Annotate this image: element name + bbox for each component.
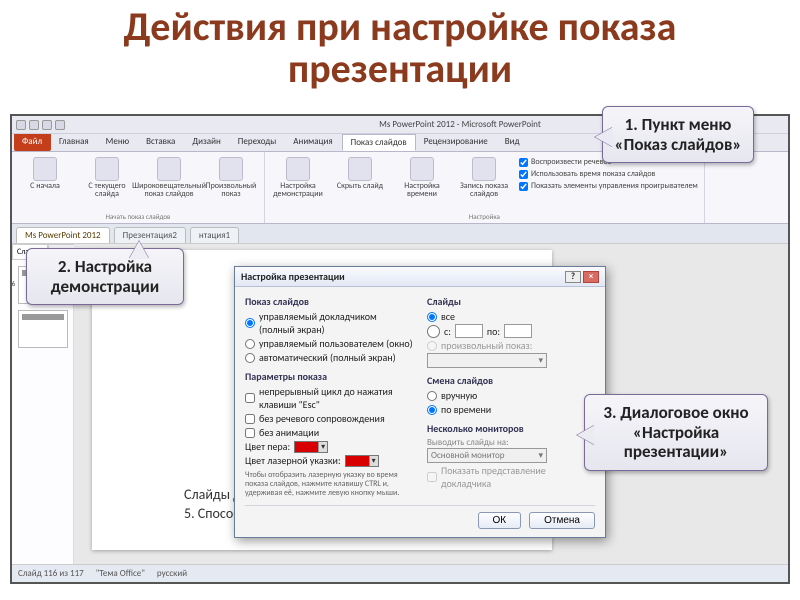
label: Скрыть слайд (337, 182, 383, 190)
btn-custom-show[interactable]: Произвольный показ (202, 155, 260, 201)
btn-setup-show[interactable]: Настройка демонстрации (269, 155, 327, 201)
tab-menu[interactable]: Меню (98, 134, 138, 151)
record-icon (472, 157, 496, 181)
tab-transitions[interactable]: Переходы (230, 134, 286, 151)
powerpoint-screenshot: Ms PowerPoint 2012 - Microsoft PowerPoin… (10, 114, 790, 584)
dialog-title: Настройка презентации (241, 270, 345, 283)
tab-home[interactable]: Главная (51, 134, 98, 151)
custom-show-dropdown: ▾ (427, 353, 547, 368)
status-language[interactable]: русский (157, 568, 187, 579)
radio-timings[interactable]: по времени (427, 403, 595, 416)
section-show-type: Показ слайдов управляемый докладчиком (п… (245, 295, 413, 497)
to-spinner[interactable] (504, 324, 532, 338)
qat-icon (16, 120, 26, 130)
label: Настройка времени (395, 182, 449, 199)
tab-animation[interactable]: Анимация (285, 134, 341, 151)
qat-icon (29, 120, 39, 130)
help-icon[interactable]: ? (565, 271, 581, 283)
laser-hint: Чтобы отобразить лазерную указку во врем… (245, 471, 413, 497)
group-label: Настройка (469, 212, 500, 221)
statusbar: Слайд 116 из 117 "Тема Office" русский (12, 564, 788, 582)
tab-file[interactable]: Файл (14, 134, 51, 151)
ok-button[interactable]: ОК (478, 512, 522, 529)
chevron-down-icon: ▾ (538, 355, 543, 366)
btn-broadcast[interactable]: Широковещательный показ слайдов (140, 155, 198, 201)
callout-3: 3. Диалоговое окно «Настройка презентаци… (584, 394, 768, 471)
timer-icon (410, 157, 434, 181)
btn-rehearse[interactable]: Настройка времени (393, 155, 451, 201)
laser-color-swatch[interactable] (345, 455, 379, 467)
tab-slideshow[interactable]: Показ слайдов (342, 134, 416, 151)
pen-color-field: Цвет пера: (245, 440, 413, 453)
dialog-titlebar: Настройка презентации ? × (235, 267, 605, 287)
close-icon[interactable]: × (583, 271, 599, 283)
radio-presenter[interactable]: управляемый докладчиком (полный экран) (245, 310, 413, 336)
slide-title: Действия при настройке показа презентаци… (0, 0, 800, 94)
ribbon-group-start: С начала С текущего слайда Широковещател… (12, 152, 265, 223)
section-heading: Смена слайдов (427, 374, 595, 387)
section-heading: Слайды (427, 295, 595, 308)
status-slide-pos: Слайд 116 из 117 (18, 568, 84, 579)
qat-icon (55, 120, 65, 130)
tab-review[interactable]: Рецензирование (416, 134, 497, 151)
check-no-narration[interactable]: без речевого сопровождения (245, 412, 413, 425)
tab-view[interactable]: Вид (497, 134, 529, 151)
check-loop[interactable]: непрерывный цикл до нажатия клавиши "Esc… (245, 385, 413, 411)
hide-icon (348, 157, 372, 181)
callout-2: 2. Настройка демонстрации (26, 248, 184, 305)
cancel-button[interactable]: Отмена (529, 512, 595, 529)
btn-from-current[interactable]: С текущего слайда (78, 155, 136, 201)
label: Настройка демонстрации (271, 182, 325, 199)
setup-icon (286, 157, 310, 181)
tab-design[interactable]: Дизайн (184, 134, 229, 151)
thumb-number: 116 (10, 279, 15, 288)
broadcast-icon (157, 157, 181, 181)
slide-thumbnail[interactable] (18, 310, 68, 348)
status-theme: "Тема Office" (96, 568, 145, 579)
doc-tab[interactable]: Ms PowerPoint 2012 (16, 227, 110, 243)
tab-insert[interactable]: Вставка (138, 134, 184, 151)
section-right: Слайды все с:по: произвольный показ: ▾ С… (427, 295, 595, 497)
radio-manual[interactable]: вручную (427, 389, 595, 402)
doc-tab[interactable]: Презентация2 (114, 227, 186, 243)
radio-custom-show[interactable]: произвольный показ: (427, 339, 595, 352)
btn-hide-slide[interactable]: Скрыть слайд (331, 155, 389, 201)
check-timings[interactable]: Использовать время показа слайдов (519, 169, 698, 179)
label: Широковещательный показ слайдов (132, 182, 206, 199)
check-presenter-view: Показать представление докладчика (427, 464, 595, 490)
doc-tab[interactable]: нтация1 (190, 227, 239, 243)
play-current-icon (95, 157, 119, 181)
qat-icon (42, 120, 52, 130)
group-label: Начать показ слайдов (106, 212, 171, 221)
play-icon (33, 157, 57, 181)
radio-range-slides[interactable]: с:по: (427, 324, 595, 338)
from-spinner[interactable] (455, 324, 483, 338)
chevron-down-icon: ▾ (538, 450, 543, 461)
label: С текущего слайда (80, 182, 134, 199)
radio-all-slides[interactable]: все (427, 310, 595, 323)
laser-color-field: Цвет лазерной указки: (245, 454, 413, 467)
label: Запись показа слайдов (457, 182, 511, 199)
quick-access-toolbar (12, 120, 132, 130)
section-heading: Параметры показа (245, 370, 413, 383)
btn-record[interactable]: Запись показа слайдов (455, 155, 513, 201)
section-heading: Показ слайдов (245, 295, 413, 308)
label: С начала (30, 182, 60, 190)
custom-show-icon (219, 157, 243, 181)
radio-window[interactable]: управляемый пользователем (окно) (245, 337, 413, 350)
pen-color-swatch[interactable] (294, 441, 328, 453)
check-no-animation[interactable]: без анимации (245, 426, 413, 439)
setup-show-dialog: Настройка презентации ? × Показ слайдов … (234, 266, 606, 538)
btn-from-beginning[interactable]: С начала (16, 155, 74, 201)
label: Произвольный показ (204, 182, 258, 199)
monitor-dropdown: Основной монитор▾ (427, 448, 547, 463)
check-media-controls[interactable]: Показать элементы управления проигрывате… (519, 181, 698, 191)
radio-kiosk[interactable]: автоматический (полный экран) (245, 351, 413, 364)
callout-1: 1. Пункт меню «Показ слайдов» (602, 106, 754, 163)
